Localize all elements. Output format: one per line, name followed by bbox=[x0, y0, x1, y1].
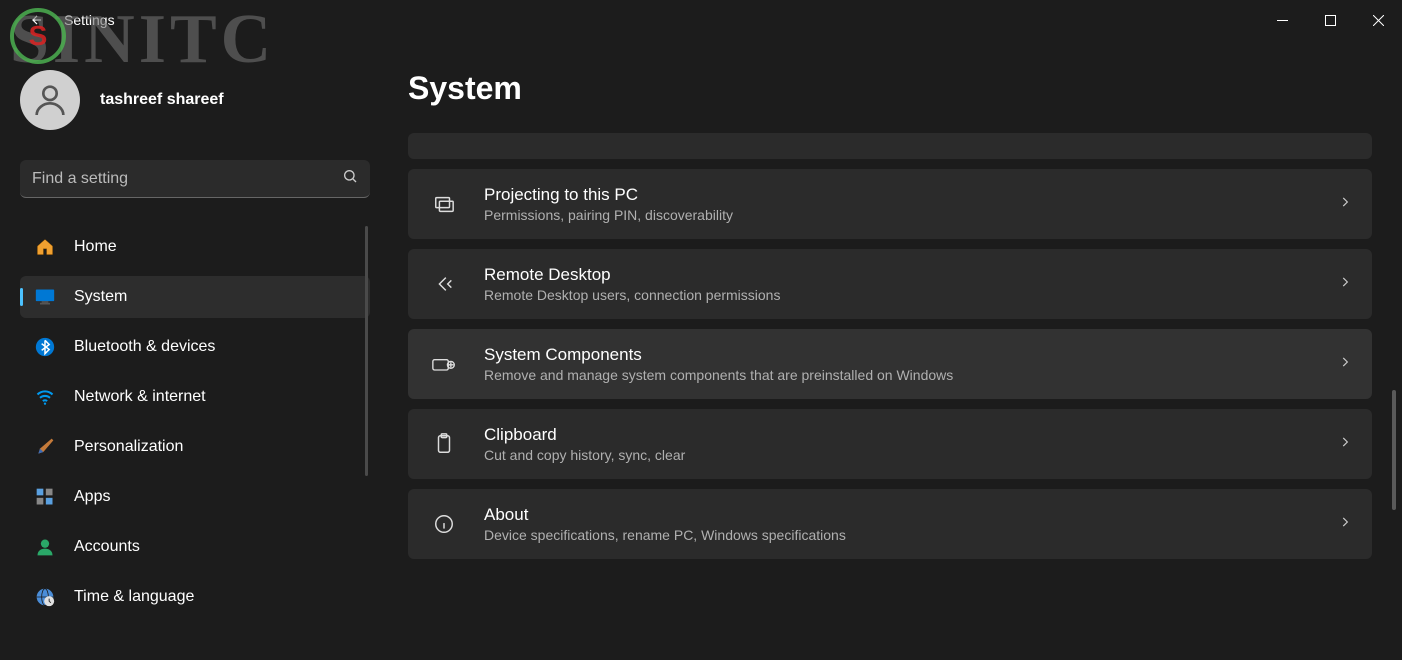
setting-item-clipboard[interactable]: Clipboard Cut and copy history, sync, cl… bbox=[408, 409, 1372, 479]
search-input[interactable] bbox=[32, 170, 342, 188]
globe-clock-icon bbox=[34, 586, 56, 608]
back-button[interactable] bbox=[28, 11, 46, 29]
setting-title: About bbox=[484, 505, 1338, 525]
sidebar-item-system[interactable]: System bbox=[20, 276, 370, 318]
profile[interactable]: tashreef shareef bbox=[20, 70, 372, 130]
chevron-right-icon bbox=[1338, 435, 1352, 454]
sidebar-item-label: Network & internet bbox=[74, 388, 206, 406]
sidebar-item-time-language[interactable]: Time & language bbox=[20, 576, 370, 618]
setting-item-about[interactable]: About Device specifications, rename PC, … bbox=[408, 489, 1372, 559]
chevron-right-icon bbox=[1338, 515, 1352, 534]
setting-desc: Remove and manage system components that… bbox=[484, 367, 1338, 383]
setting-item-system-components[interactable]: System Components Remove and manage syst… bbox=[408, 329, 1372, 399]
chevron-right-icon bbox=[1338, 355, 1352, 374]
page-title: System bbox=[408, 70, 1372, 107]
chevron-right-icon bbox=[1338, 275, 1352, 294]
setting-title: Remote Desktop bbox=[484, 265, 1338, 285]
search-icon bbox=[342, 168, 358, 189]
sidebar-item-apps[interactable]: Apps bbox=[20, 476, 370, 518]
person-icon bbox=[34, 536, 56, 558]
remote-desktop-icon bbox=[432, 273, 456, 295]
wifi-icon bbox=[34, 386, 56, 408]
titlebar: Settings bbox=[0, 0, 1402, 40]
sidebar-scrollbar[interactable] bbox=[365, 226, 368, 476]
close-button[interactable] bbox=[1354, 0, 1402, 40]
paintbrush-icon bbox=[34, 436, 56, 458]
maximize-button[interactable] bbox=[1306, 0, 1354, 40]
sidebar-item-label: Bluetooth & devices bbox=[74, 338, 215, 356]
sidebar-item-bluetooth[interactable]: Bluetooth & devices bbox=[20, 326, 370, 368]
clipboard-icon bbox=[432, 433, 456, 455]
setting-desc: Device specifications, rename PC, Window… bbox=[484, 527, 1338, 543]
sidebar-item-label: Apps bbox=[74, 488, 110, 506]
avatar bbox=[20, 70, 80, 130]
setting-title: System Components bbox=[484, 345, 1338, 365]
sidebar-item-home[interactable]: Home bbox=[20, 226, 370, 268]
sidebar-item-personalization[interactable]: Personalization bbox=[20, 426, 370, 468]
search-box[interactable] bbox=[20, 160, 370, 198]
profile-name: tashreef shareef bbox=[100, 91, 224, 109]
apps-icon bbox=[34, 486, 56, 508]
bluetooth-icon bbox=[34, 336, 56, 358]
sidebar-item-label: System bbox=[74, 288, 127, 306]
sidebar-item-label: Home bbox=[74, 238, 117, 256]
sidebar-item-network[interactable]: Network & internet bbox=[20, 376, 370, 418]
window-title: Settings bbox=[64, 12, 115, 28]
setting-desc: Remote Desktop users, connection permiss… bbox=[484, 287, 1338, 303]
sidebar: tashreef shareef Home System bbox=[0, 40, 380, 660]
info-icon bbox=[432, 513, 456, 535]
projecting-icon bbox=[432, 193, 456, 215]
sidebar-item-label: Time & language bbox=[74, 588, 194, 606]
setting-title: Clipboard bbox=[484, 425, 1338, 445]
nav-list: Home System Bluetooth & devices Network … bbox=[20, 226, 372, 618]
setting-item-remote-desktop[interactable]: Remote Desktop Remote Desktop users, con… bbox=[408, 249, 1372, 319]
main-content: System Projecting to this PC Permissions… bbox=[380, 40, 1402, 660]
components-icon bbox=[432, 354, 456, 374]
main-scrollbar[interactable] bbox=[1392, 390, 1396, 510]
setting-desc: Permissions, pairing PIN, discoverabilit… bbox=[484, 207, 1338, 223]
setting-desc: Cut and copy history, sync, clear bbox=[484, 447, 1338, 463]
sidebar-item-label: Personalization bbox=[74, 438, 183, 456]
chevron-right-icon bbox=[1338, 195, 1352, 214]
setting-item-partial[interactable] bbox=[408, 133, 1372, 159]
setting-item-projecting[interactable]: Projecting to this PC Permissions, pairi… bbox=[408, 169, 1372, 239]
minimize-button[interactable] bbox=[1258, 0, 1306, 40]
setting-title: Projecting to this PC bbox=[484, 185, 1338, 205]
display-icon bbox=[34, 286, 56, 308]
sidebar-item-label: Accounts bbox=[74, 538, 140, 556]
home-icon bbox=[34, 236, 56, 258]
sidebar-item-accounts[interactable]: Accounts bbox=[20, 526, 370, 568]
